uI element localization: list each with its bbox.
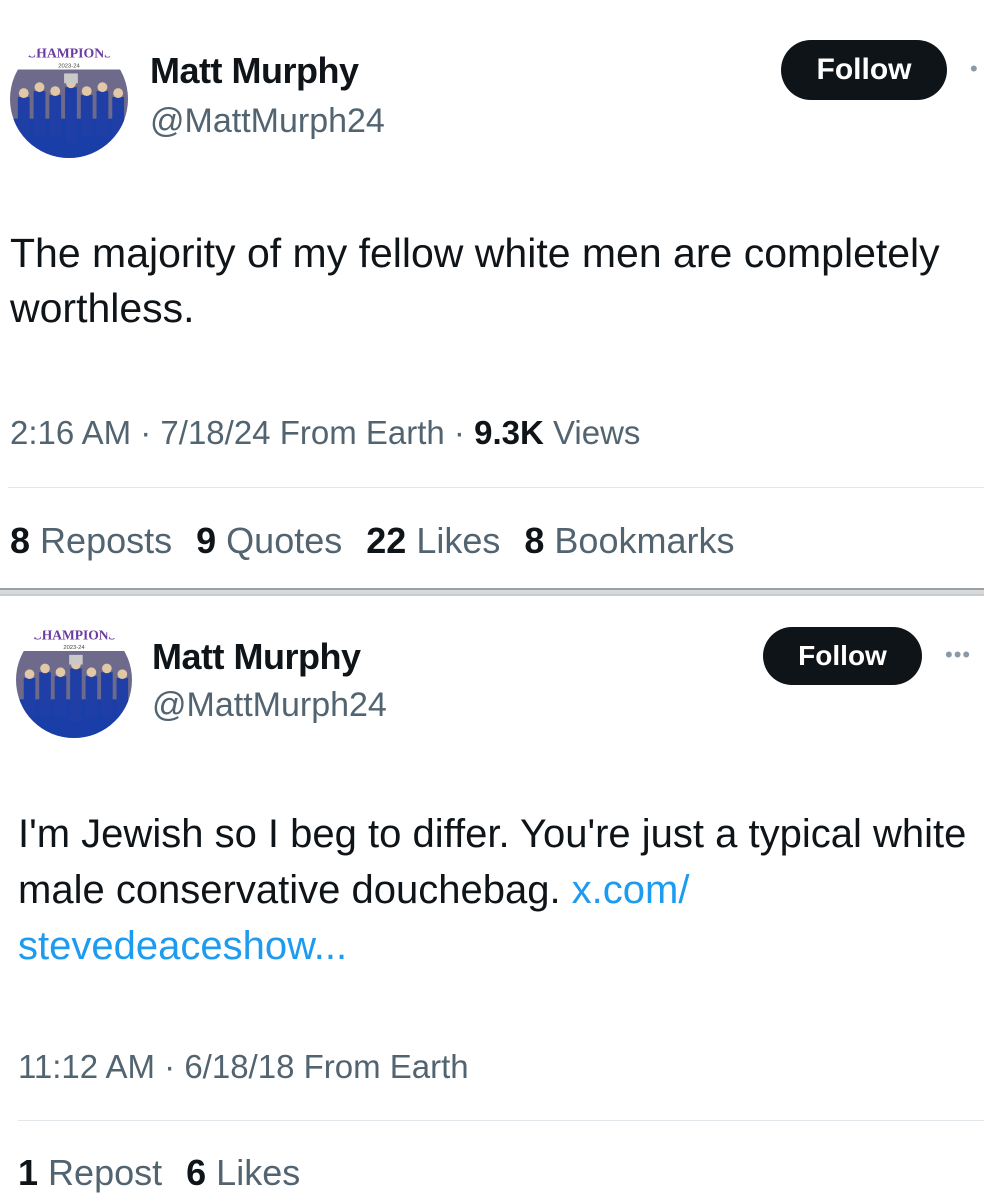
quotes-stat[interactable]: 9 Quotes (196, 520, 342, 562)
views-count: 9.3K (474, 414, 544, 451)
views-label: Views (552, 414, 641, 451)
avatar[interactable]: CHAMPIONS 2023-24 (10, 40, 128, 158)
divider (18, 1120, 984, 1121)
follow-button[interactable]: Follow (763, 627, 922, 685)
avatar-image-icon: CHAMPIONS 2023-24 (10, 40, 128, 158)
tweet-meta: 11:12 AM · 6/18/18 From Earth (18, 1048, 469, 1086)
screenshot-separator (0, 588, 984, 596)
author-name[interactable]: Matt Murphy (152, 636, 361, 678)
more-dots-icon[interactable]: ••• (945, 642, 971, 668)
svg-text:2023-24: 2023-24 (58, 64, 80, 70)
tweet-source: From Earth (303, 1048, 469, 1085)
likes-stat[interactable]: 22 Likes (366, 520, 500, 562)
tweet-text: The majority of my fellow white men are … (10, 226, 970, 336)
svg-text:2023-24: 2023-24 (63, 645, 85, 651)
tweet-card-2: CHAMPIONS 2023-24 Matt Murphy @MattMurph… (0, 596, 984, 1200)
engagement-stats: 1 Repost 6 Likes (18, 1152, 300, 1194)
reposts-stat[interactable]: 1 Repost (18, 1152, 162, 1194)
tweet-card-1: CHAMPIONS 2023-24 Matt Murphy @MattMurph… (0, 0, 984, 588)
engagement-stats: 8 Reposts 9 Quotes 22 Likes 8 Bookmarks (10, 520, 734, 562)
bookmarks-stat[interactable]: 8 Bookmarks (524, 520, 734, 562)
tweet-text: I'm Jewish so I beg to differ. You're ju… (18, 806, 978, 974)
tweet-time[interactable]: 11:12 AM (18, 1048, 155, 1085)
tweet-meta: 2:16 AM · 7/18/24 From Earth · 9.3K View… (10, 414, 640, 452)
more-dots-icon[interactable]: • (970, 56, 979, 82)
meta-separator: · (140, 414, 161, 451)
svg-text:CHAMPIONS: CHAMPIONS (32, 627, 116, 642)
reposts-stat[interactable]: 8 Reposts (10, 520, 172, 562)
tweet-time[interactable]: 2:16 AM (10, 414, 131, 451)
meta-separator: · (164, 1048, 185, 1085)
tweet-source: From Earth (279, 414, 445, 451)
likes-stat[interactable]: 6 Likes (186, 1152, 300, 1194)
avatar-image-icon: CHAMPIONS 2023-24 (16, 622, 132, 738)
meta-separator: · (453, 414, 475, 451)
tweet-date[interactable]: 7/18/24 (160, 414, 270, 451)
avatar[interactable]: CHAMPIONS 2023-24 (16, 622, 132, 738)
tweet-text-body: The majority of my fellow white men are … (10, 230, 940, 331)
author-handle[interactable]: @MattMurph24 (152, 686, 387, 725)
svg-text:CHAMPIONS: CHAMPIONS (26, 46, 112, 61)
author-handle[interactable]: @MattMurph24 (150, 102, 385, 141)
tweet-text-body: I'm Jewish so I beg to differ. You're ju… (18, 812, 967, 912)
author-name[interactable]: Matt Murphy (150, 50, 359, 92)
tweet-date[interactable]: 6/18/18 (184, 1048, 294, 1085)
follow-button[interactable]: Follow (781, 40, 947, 100)
divider (8, 487, 984, 488)
